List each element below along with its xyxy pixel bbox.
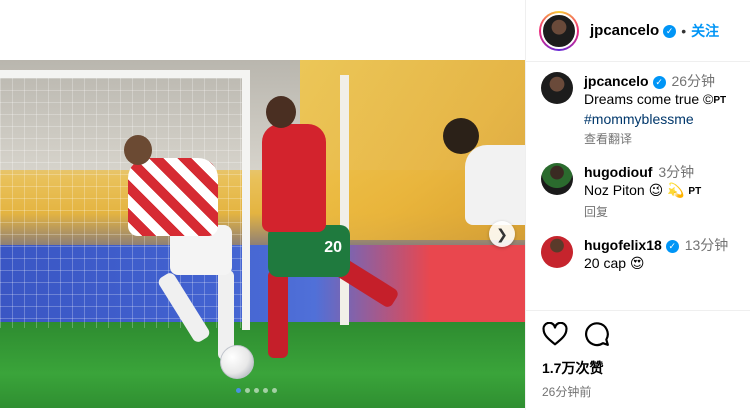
header-username-text[interactable]: jpcancelo [590,22,659,39]
chevron-right-icon: ❯ [496,225,508,242]
comment-username[interactable]: hugofelix18 [584,237,662,253]
verified-badge-icon: ✓ [665,239,679,253]
comment-hashtag[interactable]: #mommyblessme [584,110,726,128]
player-portugal-head [266,96,296,128]
header-username[interactable]: jpcancelo ✓ [590,22,677,39]
heart-icon[interactable] [542,322,568,346]
comment-avatar[interactable] [541,236,573,268]
comment-body: hugodiouf 3分钟 Noz Piton 😉 💫 PT 回复 [584,163,701,221]
avatar[interactable] [539,10,579,51]
shorts-number: 20 [324,239,342,256]
player-portugal-leg [268,270,288,358]
comment-time: 3分钟 [658,164,695,180]
carousel-dot [236,388,241,393]
post-time: 26分钟前 [542,385,592,399]
player-portugal-shirt [262,124,326,232]
carousel-next-button[interactable]: ❯ [489,221,515,247]
goal-post [242,70,250,330]
verified-badge-icon: ✓ [652,75,666,89]
football [220,345,254,379]
comment-body: hugofelix18 ✓ 13分钟 20 cap 😍 [584,236,728,272]
follow-button[interactable]: 关注 [691,21,719,41]
verified-badge-icon: ✓ [663,25,677,38]
post-actions: 1.7万次赞 26分钟前 [526,310,750,400]
comment-time: 13分钟 [684,237,729,253]
player-croatia-shirt [128,158,218,236]
carousel-dot [254,388,259,393]
comment-text-content: Noz Piton 😉 💫 [584,182,685,198]
comment-text: 20 cap 😍 [584,255,645,271]
comment-time: 26分钟 [671,73,716,89]
comment-body: jpcancelo ✓ 26分钟 Dreams come true ©PT #mo… [584,72,726,148]
avatar-image [541,12,577,49]
comment-text-content: Dreams come true © [584,91,714,107]
likes-count[interactable]: 1.7万次赞 [542,358,736,378]
player-croatia-head [124,135,152,165]
comment-username[interactable]: jpcancelo [584,73,649,89]
header-separator: • [681,22,687,39]
comment-item: hugofelix18 ✓ 13分钟 20 cap 😍 [541,236,746,272]
see-translation-link[interactable]: 查看翻译 [584,130,726,148]
comment-text-suffix: PT [713,95,727,106]
carousel-dot [272,388,277,393]
comment-item: hugodiouf 3分钟 Noz Piton 😉 💫 PT 回复 [541,163,746,221]
corner-pole [340,75,349,325]
pitch [0,322,525,408]
post-photo[interactable]: 20 ❯ [0,60,525,408]
carousel-dots [236,388,277,393]
comment-text: Noz Piton 😉 💫 PT [584,181,701,201]
comment-avatar[interactable] [541,72,573,104]
action-icons [542,320,736,348]
post-header: jpcancelo ✓ • 关注 [526,0,750,62]
comment-text: Dreams come true ©PT [584,90,726,110]
comment-avatar[interactable] [541,163,573,195]
carousel-dot [245,388,250,393]
reply-button[interactable]: 回复 [584,203,701,221]
goal-crossbar [0,70,250,78]
comment-caption: jpcancelo ✓ 26分钟 Dreams come true ©PT #mo… [541,72,746,148]
player-right-body [465,145,525,225]
comments-list: jpcancelo ✓ 26分钟 Dreams come true ©PT #mo… [541,72,746,287]
player-portugal-shorts: 20 [268,225,350,277]
comment-username[interactable]: hugodiouf [584,164,652,180]
comment-text-suffix: PT [688,186,702,197]
carousel-dot [263,388,268,393]
comment-icon[interactable] [584,321,610,347]
